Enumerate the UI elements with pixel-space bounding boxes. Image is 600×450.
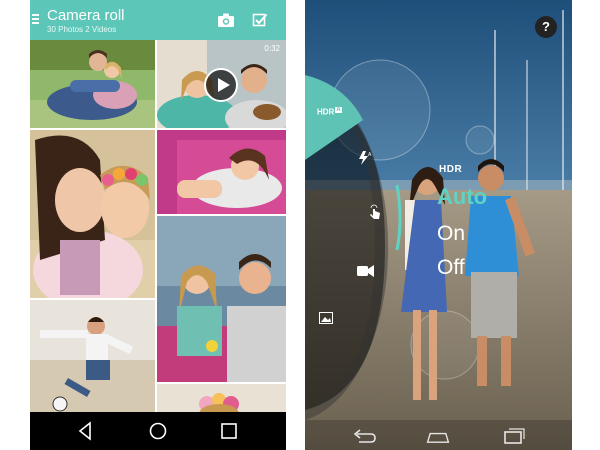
navigation-bar	[305, 420, 572, 450]
gallery-subtitle: 30 Photos 2 Videos	[47, 25, 117, 34]
hdr-tab-label: HDR	[317, 107, 335, 117]
play-icon[interactable]	[204, 68, 238, 102]
home-icon[interactable]	[425, 424, 451, 450]
gallery-title: Camera roll	[47, 7, 125, 24]
photo-thumbnail[interactable]	[30, 130, 155, 298]
gallery-app-bar: Camera roll 30 Photos 2 Videos	[30, 0, 286, 40]
photo-thumbnail[interactable]	[157, 130, 286, 214]
hdr-icon[interactable]: HDR A	[317, 107, 342, 117]
home-icon[interactable]	[145, 418, 171, 444]
photo-grid: 0:32	[30, 40, 286, 412]
select-check-icon[interactable]	[252, 12, 268, 28]
touch-focus-icon[interactable]	[368, 204, 382, 220]
video-icon[interactable]	[357, 265, 374, 277]
hdr-option-on[interactable]: On	[437, 222, 465, 246]
camera-icon[interactable]	[217, 12, 235, 28]
hdr-option-auto[interactable]: Auto	[437, 184, 487, 210]
recents-icon[interactable]	[501, 424, 527, 450]
photo-thumbnail[interactable]	[30, 40, 155, 128]
back-icon[interactable]	[73, 418, 99, 444]
navigation-bar	[30, 412, 286, 450]
photo-thumbnail[interactable]	[157, 384, 286, 412]
help-button[interactable]: ?	[535, 16, 557, 38]
hdr-auto-badge: A	[335, 107, 342, 113]
gallery-icon[interactable]	[319, 312, 333, 324]
recents-icon[interactable]	[216, 418, 242, 444]
camera-screen: ? HDR A A HDR Auto On Off	[305, 0, 572, 450]
back-icon[interactable]	[351, 424, 377, 450]
hdr-mode-label: HDR	[439, 164, 463, 175]
photo-thumbnail[interactable]	[157, 216, 286, 382]
video-duration: 0:32	[264, 44, 280, 53]
flash-auto-icon[interactable]: A	[357, 150, 373, 166]
hdr-option-off[interactable]: Off	[437, 256, 465, 280]
svg-text:A: A	[368, 152, 372, 158]
photo-thumbnail[interactable]	[30, 300, 155, 412]
gallery-screen: Camera roll 30 Photos 2 Videos 0:32	[30, 0, 286, 450]
video-thumbnail[interactable]: 0:32	[157, 40, 286, 128]
menu-icon[interactable]	[32, 14, 39, 25]
